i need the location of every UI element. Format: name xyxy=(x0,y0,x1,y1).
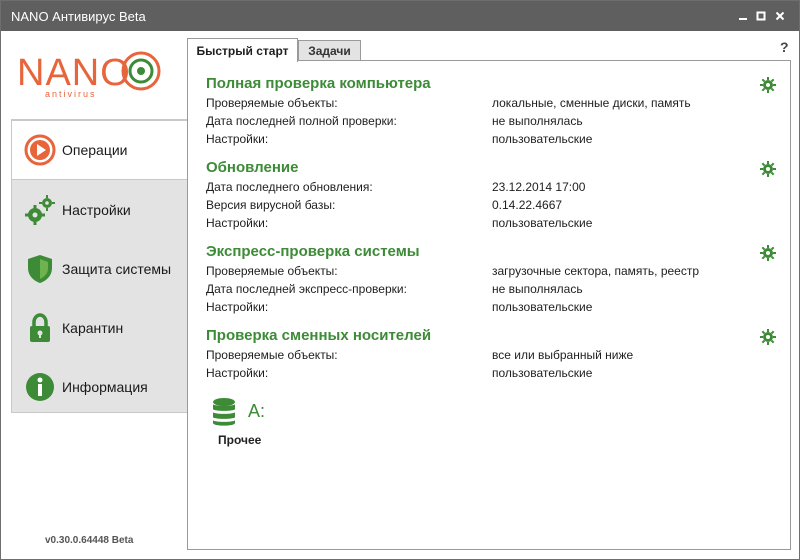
logo-brand: NANO xyxy=(17,52,131,94)
row-key: Дата последней полной проверки: xyxy=(206,114,397,128)
row-key: Настройки: xyxy=(206,366,269,380)
row-key: Дата последнего обновления: xyxy=(206,180,373,194)
gear-icon[interactable] xyxy=(760,161,776,177)
title-bar[interactable]: NANO Антивирус Beta xyxy=(1,1,799,31)
row-key: Настройки: xyxy=(206,300,269,314)
version-label: v0.30.0.64448 Beta xyxy=(45,535,134,546)
sidebar-item-settings[interactable]: Настройки xyxy=(12,180,188,239)
close-icon xyxy=(775,11,785,21)
row-value: 0.14.22.4667 xyxy=(492,198,563,212)
quick-start-panel: Полная проверка компьютера Проверяемые о… xyxy=(187,60,791,550)
row-value: локальные, сменные диски, память xyxy=(492,96,691,110)
row-value: все или выбранный ниже xyxy=(492,348,634,362)
sidebar-nav: Операции Настройки Защита системы Карант… xyxy=(11,119,188,416)
close-button[interactable] xyxy=(769,1,791,31)
help-button[interactable]: ? xyxy=(780,39,789,55)
row-value[interactable]: пользовательские xyxy=(492,366,592,380)
play-circle-icon xyxy=(24,134,56,166)
row-key: Настройки: xyxy=(206,132,269,146)
section-title[interactable]: Полная проверка компьютера xyxy=(206,75,431,92)
section-title[interactable]: Проверка сменных носителей xyxy=(206,327,431,344)
row-value: не выполнялась xyxy=(492,282,583,296)
row-value: загрузочные сектора, память, реестр xyxy=(492,264,700,278)
row-value: 23.12.2014 17:00 xyxy=(492,180,586,194)
shield-icon xyxy=(28,254,52,283)
row-value[interactable]: пользовательские xyxy=(492,132,592,146)
row-key: Версия вирусной базы: xyxy=(206,198,336,212)
gear-icon[interactable] xyxy=(760,329,776,345)
drive-label: Прочее xyxy=(218,433,262,447)
maximize-icon xyxy=(756,11,766,21)
sidebar-item-label: Настройки xyxy=(62,201,131,218)
row-value: не выполнялась xyxy=(492,114,583,128)
logo-sub: antivirus xyxy=(45,89,97,99)
row-key: Настройки: xyxy=(206,216,269,230)
row-value[interactable]: пользовательские xyxy=(492,216,592,230)
section-title[interactable]: Экспресс-проверка системы xyxy=(206,243,420,260)
info-icon xyxy=(26,372,54,401)
drive-a-button[interactable]: A: Прочее xyxy=(210,397,290,455)
tab-quick-start[interactable]: Быстрый старт xyxy=(187,38,298,62)
sidebar-item-protection[interactable]: Защита системы xyxy=(12,239,188,298)
window-title: NANO Антивирус Beta xyxy=(11,9,146,24)
row-key: Проверяемые объекты: xyxy=(206,264,338,278)
sidebar-item-information[interactable]: Информация xyxy=(12,357,188,416)
row-key: Дата последней экспресс-проверки: xyxy=(206,282,407,296)
minimize-icon xyxy=(739,18,747,20)
sidebar-item-label: Защита системы xyxy=(62,260,172,277)
row-key: Проверяемые объекты: xyxy=(206,348,338,362)
row-value[interactable]: пользовательские xyxy=(492,300,592,314)
sidebar-item-quarantine[interactable]: Карантин xyxy=(12,298,188,357)
tab-tasks[interactable]: Задачи xyxy=(298,40,361,60)
sidebar-item-operations[interactable]: Операции xyxy=(12,120,188,180)
database-icon xyxy=(213,398,235,426)
app-window: NANO Антивирус Beta NANO antivirus Опера… xyxy=(0,0,800,560)
sidebar-item-label: Карантин xyxy=(62,319,124,336)
logo-dot xyxy=(137,67,145,75)
gears-icon xyxy=(25,194,55,225)
left-pane: NANO antivirus Операции Настройки Защита… xyxy=(1,31,188,559)
row-key: Проверяемые объекты: xyxy=(206,96,338,110)
lock-icon xyxy=(30,312,50,342)
gear-icon[interactable] xyxy=(760,77,776,93)
gear-icon[interactable] xyxy=(760,245,776,261)
sidebar-item-label: Операции xyxy=(62,142,128,158)
section-title[interactable]: Обновление xyxy=(206,159,298,176)
sidebar-item-label: Информация xyxy=(62,378,148,395)
drive-letter: A: xyxy=(248,401,266,421)
